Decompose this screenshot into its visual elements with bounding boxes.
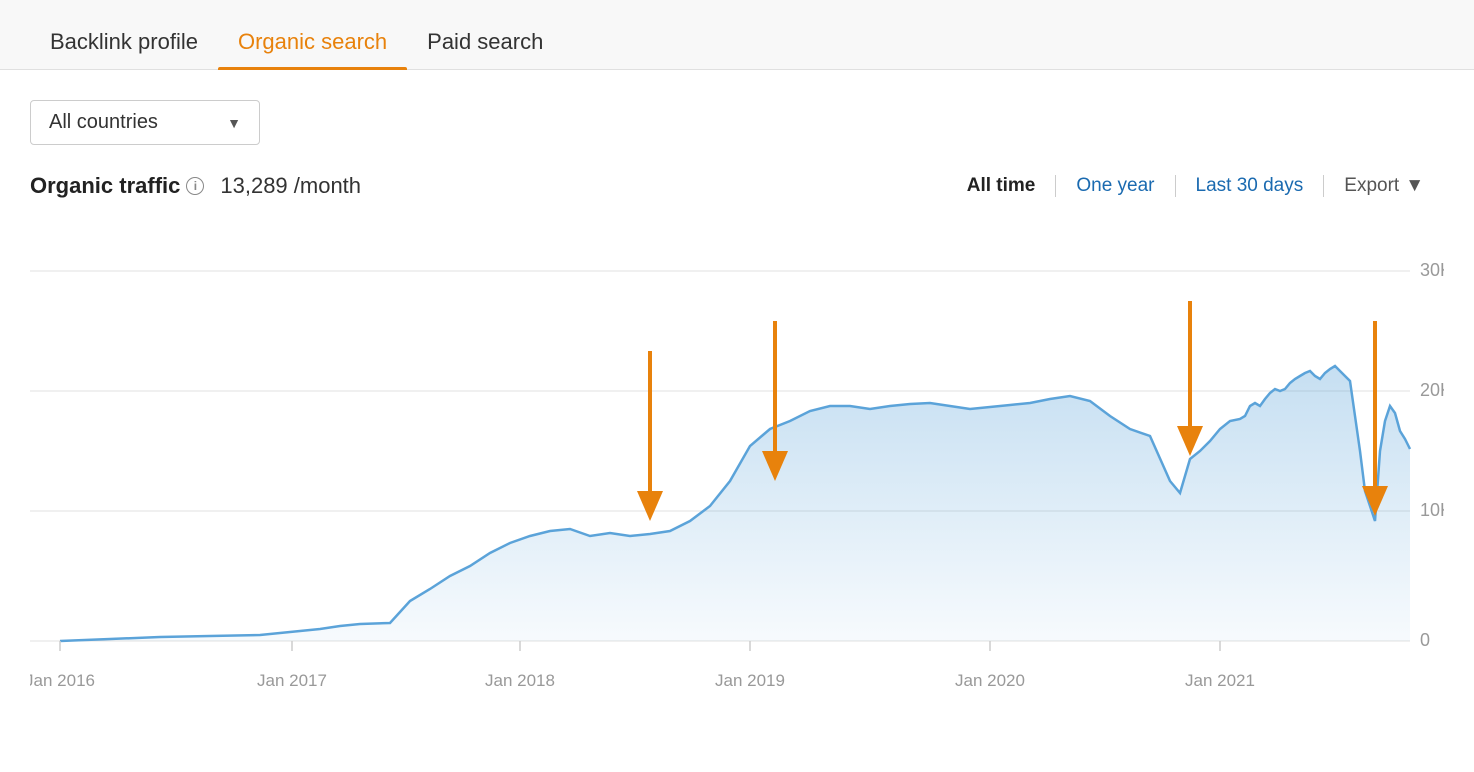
one-year-label: One year [1076,175,1154,196]
all-time-label: All time [967,175,1036,196]
svg-text:Jan 2019: Jan 2019 [715,671,785,690]
traffic-chart: 30K 20K 10K 0 Jan 2016 Jan 2017 Jan 2018… [30,211,1444,741]
svg-text:0: 0 [1420,630,1430,650]
svg-text:10K: 10K [1420,500,1444,520]
svg-text:Jan 2016: Jan 2016 [30,671,95,690]
traffic-value: 13,289 /month [220,173,361,199]
traffic-title: Organic traffic [30,173,180,199]
tabs-bar: Backlink profile Organic search Paid sea… [0,0,1474,70]
tab-paid-label: Paid search [427,29,543,54]
last-30-label: Last 30 days [1196,175,1304,196]
time-all-time[interactable]: All time [947,175,1056,197]
export-chevron-icon: ▼ [1405,175,1424,197]
export-button[interactable]: Export ▼ [1323,175,1444,197]
export-label: Export [1344,175,1399,197]
chart-container: 30K 20K 10K 0 Jan 2016 Jan 2017 Jan 2018… [30,211,1444,741]
country-label: All countries [49,111,158,134]
time-one-year[interactable]: One year [1055,175,1174,197]
main-content: All countries ▼ Organic traffic i 13,289… [0,70,1474,741]
chevron-down-icon: ▼ [227,115,241,131]
tab-organic[interactable]: Organic search [218,29,407,69]
country-selector[interactable]: All countries ▼ [30,100,260,145]
info-icon[interactable]: i [186,177,204,195]
svg-text:Jan 2021: Jan 2021 [1185,671,1255,690]
svg-text:30K: 30K [1420,260,1444,280]
tab-paid[interactable]: Paid search [407,29,563,69]
svg-text:Jan 2018: Jan 2018 [485,671,555,690]
svg-text:Jan 2017: Jan 2017 [257,671,327,690]
traffic-header: Organic traffic i 13,289 /month All time… [30,173,1444,199]
tab-organic-label: Organic search [238,29,387,54]
svg-text:Jan 2020: Jan 2020 [955,671,1025,690]
svg-text:20K: 20K [1420,380,1444,400]
time-controls: All time One year Last 30 days Export ▼ [947,175,1444,197]
tab-backlink[interactable]: Backlink profile [30,29,218,69]
time-last-30[interactable]: Last 30 days [1175,175,1324,197]
tab-backlink-label: Backlink profile [50,29,198,54]
